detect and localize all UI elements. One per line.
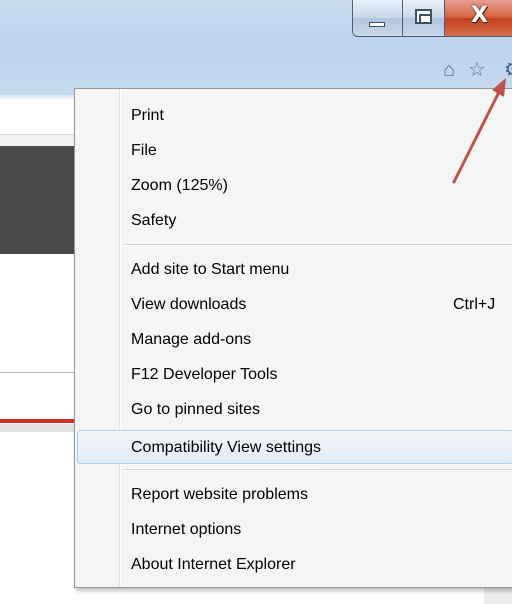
page-red-rule	[0, 419, 74, 423]
restore-button[interactable]	[403, 0, 445, 36]
menu-item-manage-add-ons[interactable]: Manage add-ons	[77, 323, 512, 357]
page-scroll-stub	[484, 588, 512, 604]
menu-item-go-to-pinned-sites[interactable]: Go to pinned sites	[77, 393, 512, 427]
menu-item-about-internet-explorer[interactable]: About Internet Explorer	[77, 548, 512, 582]
menu-item-add-site-to-start-menu[interactable]: Add site to Start menu	[77, 253, 512, 287]
menu-item-label: File	[131, 142, 157, 159]
menu-item-safety[interactable]: Safety	[77, 204, 512, 238]
menu-item-compatibility-view-settings[interactable]: Compatibility View settings	[77, 430, 512, 464]
restore-icon	[415, 9, 432, 24]
page-dark-banner	[0, 146, 74, 254]
menu-item-label: Compatibility View settings	[131, 439, 322, 456]
menu-item-label: Report website problems	[131, 486, 308, 503]
minimize-icon	[369, 22, 385, 27]
menu-item-f12-developer-tools[interactable]: F12 Developer Tools	[77, 358, 512, 392]
page-divider	[0, 372, 74, 373]
menu-item-label: Add site to Start menu	[131, 261, 290, 278]
menu-item-label: Zoom (125%)	[131, 177, 228, 194]
menu-item-label: Safety	[131, 212, 177, 229]
menu-item-label: Internet options	[131, 521, 242, 538]
close-icon: X	[471, 3, 488, 28]
menu-item-internet-options[interactable]: Internet options	[77, 513, 512, 547]
menu-item-label: Print	[131, 107, 164, 124]
menu-item-view-downloads[interactable]: View downloads Ctrl+J	[77, 288, 512, 322]
menu-separator	[123, 244, 512, 246]
annotation-arrow-icon	[452, 78, 506, 184]
menu-item-report-website-problems[interactable]: Report website problems	[77, 478, 512, 512]
menu-item-label: About Internet Explorer	[131, 556, 296, 573]
menu-item-label: F12 Developer Tools	[131, 366, 278, 383]
minimize-button[interactable]	[353, 0, 403, 36]
window-caption-buttons: X	[352, 0, 512, 37]
close-button[interactable]: X	[445, 0, 512, 36]
menu-item-label: Go to pinned sites	[131, 401, 260, 418]
menu-separator	[123, 469, 512, 471]
menu-item-label: View downloads	[131, 296, 247, 313]
page-rule-shadow	[0, 424, 74, 432]
menu-item-label: Manage add-ons	[131, 331, 252, 348]
menu-item-shortcut: Ctrl+J	[453, 296, 496, 313]
annotation-arrow-shaft	[452, 84, 504, 184]
